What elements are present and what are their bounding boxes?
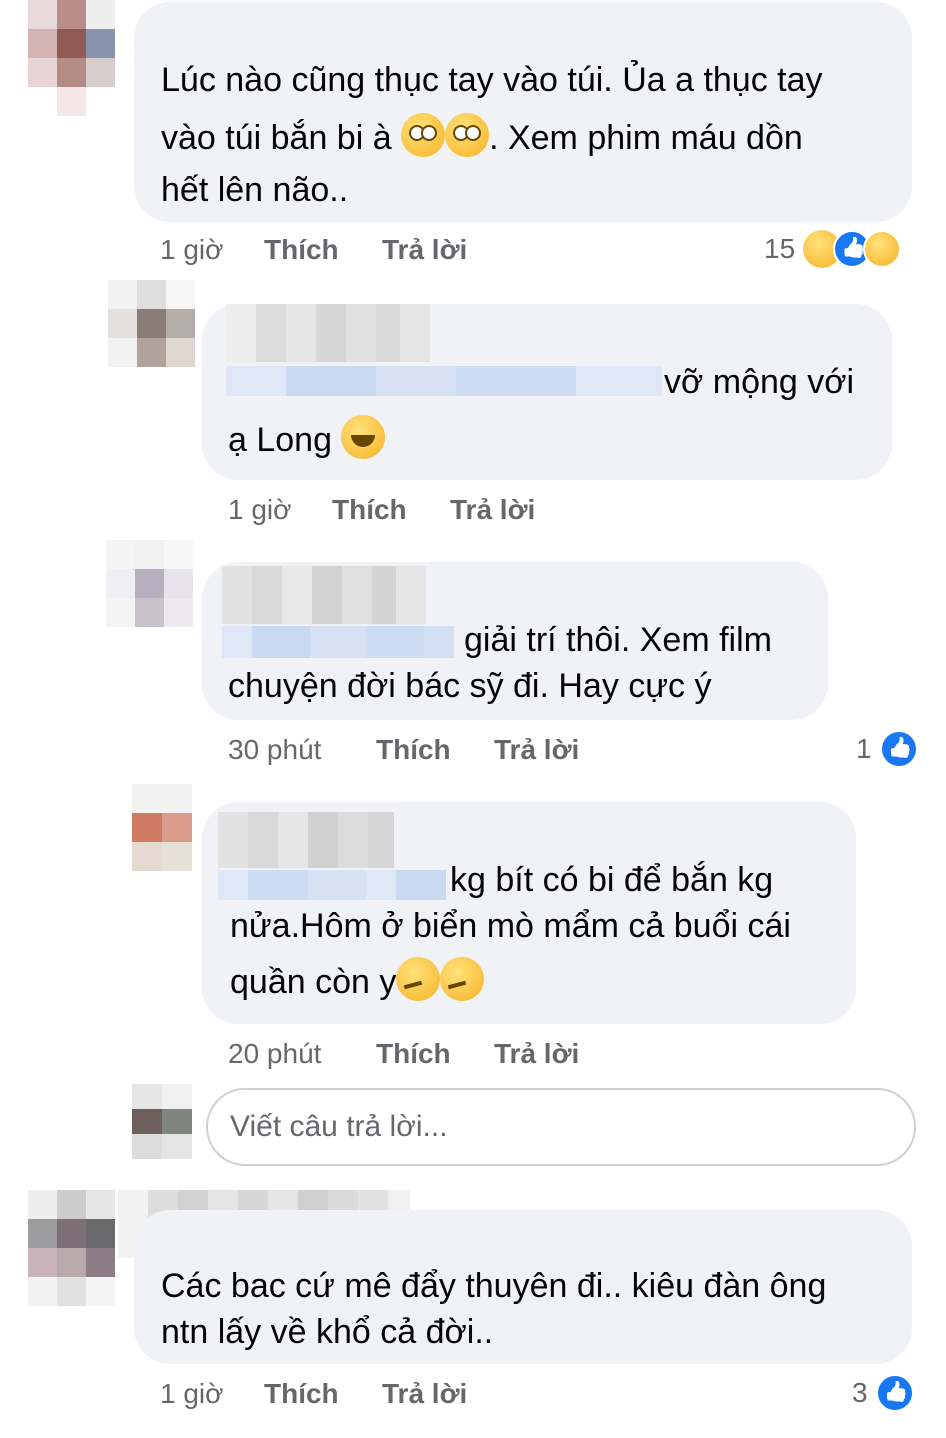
like-button[interactable]: Thích xyxy=(264,234,339,266)
rolling-eyes-icon xyxy=(445,113,490,157)
sad-icon xyxy=(863,230,902,268)
reaction-count: 1 xyxy=(856,733,872,764)
comment-text: quần còn y xyxy=(230,963,397,1001)
reply-input-placeholder: Viết câu trả lời... xyxy=(230,1110,448,1143)
comment-text: Lúc nào cũng thục tay vào túi. Ủa a thục… xyxy=(161,61,823,99)
timestamp[interactable]: 1 giờ xyxy=(160,234,224,266)
comment-meta: 20 phút Thích Trả lời xyxy=(228,1038,828,1078)
comment-text: ạ Long xyxy=(228,421,332,459)
timestamp[interactable]: 1 giờ xyxy=(160,1378,224,1410)
mentioned-name-blurred[interactable] xyxy=(222,626,454,658)
comment-meta: 1 giờ Thích Trả lời xyxy=(228,494,828,534)
reply-button[interactable]: Trả lời xyxy=(382,234,467,266)
comment-text: ntn lấy về khổ cả đời.. xyxy=(161,1313,494,1351)
avatar[interactable] xyxy=(28,1190,116,1306)
comment-text: vỡ mộng với xyxy=(664,363,855,401)
avatar[interactable] xyxy=(28,0,116,116)
reply-button[interactable]: Trả lời xyxy=(450,494,535,526)
reply-input[interactable]: Viết câu trả lời... xyxy=(206,1088,916,1166)
timestamp[interactable]: 20 phút xyxy=(228,1038,321,1070)
comment-text: nửa.Hôm ở biển mò mẩm cả buổi cái xyxy=(230,907,791,945)
comment-bubble: vỡ mộng với ạ Long xyxy=(202,304,892,480)
like-button[interactable]: Thích xyxy=(332,494,407,526)
like-button[interactable]: Thích xyxy=(264,1378,339,1410)
timestamp[interactable]: 30 phút xyxy=(228,734,321,766)
rolling-eyes-icon xyxy=(401,113,446,157)
comment-text: . Xem phim máu dồn xyxy=(489,119,803,157)
timestamp[interactable]: 1 giờ xyxy=(228,494,292,526)
reaction-summary[interactable]: 3 xyxy=(852,1374,914,1412)
comment-text: vào túi bắn bi à xyxy=(161,119,392,157)
mentioned-name-blurred[interactable] xyxy=(218,870,446,900)
comment-meta: 1 giờ Thích Trả lời xyxy=(160,1378,760,1418)
reaction-count: 15 xyxy=(764,233,796,264)
comment-text: chuyện đời bác sỹ đi. Hay cực ý xyxy=(228,667,712,705)
reply-button[interactable]: Trả lời xyxy=(494,734,579,766)
avatar[interactable] xyxy=(108,280,195,367)
reply-button[interactable]: Trả lời xyxy=(494,1038,579,1070)
comment-bubble: Lúc nào cũng thục tay vào túi. Ủa a thục… xyxy=(134,2,912,222)
like-button[interactable]: Thích xyxy=(376,734,451,766)
reaction-summary[interactable]: 1 xyxy=(856,730,918,768)
reaction-summary[interactable]: 15 xyxy=(764,230,902,268)
comment-text: hết lên não.. xyxy=(161,171,349,209)
comment-bubble: Các bac cứ mê đẩy thuyên đi.. kiêu đàn ô… xyxy=(134,1210,912,1364)
comment-bubble: giải trí thôi. Xem film chuyện đời bác s… xyxy=(202,562,828,720)
author-name-blurred[interactable] xyxy=(222,566,426,624)
comment-meta: 30 phút Thích Trả lời xyxy=(228,734,828,774)
avatar[interactable] xyxy=(132,784,192,872)
mentioned-name-blurred[interactable] xyxy=(226,366,662,396)
reaction-count: 3 xyxy=(852,1377,868,1408)
author-name-blurred[interactable] xyxy=(226,304,430,362)
grinning-sweat-icon xyxy=(341,415,386,459)
reply-button[interactable]: Trả lời xyxy=(382,1378,467,1410)
like-button[interactable]: Thích xyxy=(376,1038,451,1070)
like-icon xyxy=(879,730,918,768)
thinking-face-icon xyxy=(396,957,441,1001)
author-name-blurred[interactable] xyxy=(218,812,394,868)
avatar[interactable] xyxy=(106,540,194,628)
thinking-face-icon xyxy=(440,957,485,1001)
comment-bubble: kg bít có bi để bắn kg nửa.Hôm ở biển mò… xyxy=(202,802,856,1024)
like-icon xyxy=(875,1374,914,1412)
current-user-avatar xyxy=(132,1084,192,1160)
